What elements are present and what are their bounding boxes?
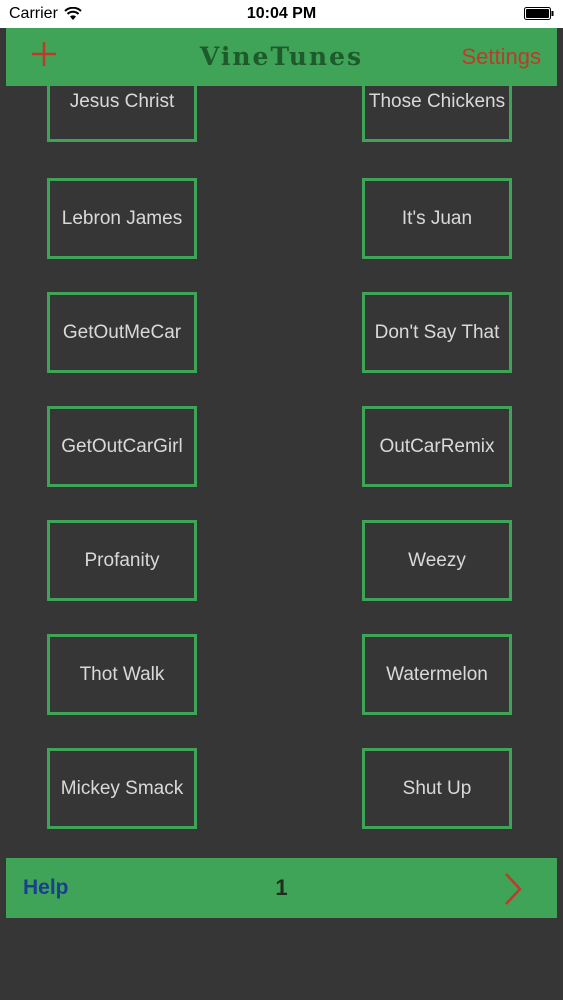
bottom-bar: Help 1: [6, 858, 557, 918]
page-number: 1: [275, 875, 288, 900]
sound-button[interactable]: Jesus Christ: [47, 86, 197, 142]
sound-grid: Jesus Christ Those Chickens Lebron James…: [0, 86, 563, 858]
sound-button[interactable]: GetOutCarGirl: [47, 406, 197, 487]
sound-button[interactable]: GetOutMeCar: [47, 292, 197, 373]
sound-button[interactable]: Thot Walk: [47, 634, 197, 715]
sound-button[interactable]: Weezy: [362, 520, 512, 601]
sound-button[interactable]: Watermelon: [362, 634, 512, 715]
sound-button[interactable]: It's Juan: [362, 178, 512, 259]
chevron-right-icon[interactable]: [503, 872, 523, 906]
battery-icon: [524, 7, 554, 20]
status-bar: Carrier 10:04 PM: [0, 0, 563, 28]
navigation-bar: VineTunes Settings: [6, 28, 557, 86]
status-time: 10:04 PM: [246, 5, 317, 22]
sound-button[interactable]: Shut Up: [362, 748, 512, 829]
sound-button[interactable]: Those Chickens: [362, 86, 512, 142]
sound-button[interactable]: OutCarRemix: [362, 406, 512, 487]
sound-button[interactable]: Profanity: [47, 520, 197, 601]
settings-button[interactable]: Settings: [462, 44, 542, 70]
sound-button[interactable]: Lebron James: [47, 178, 197, 259]
sound-button[interactable]: Mickey Smack: [47, 748, 197, 829]
sound-button[interactable]: Don't Say That: [362, 292, 512, 373]
